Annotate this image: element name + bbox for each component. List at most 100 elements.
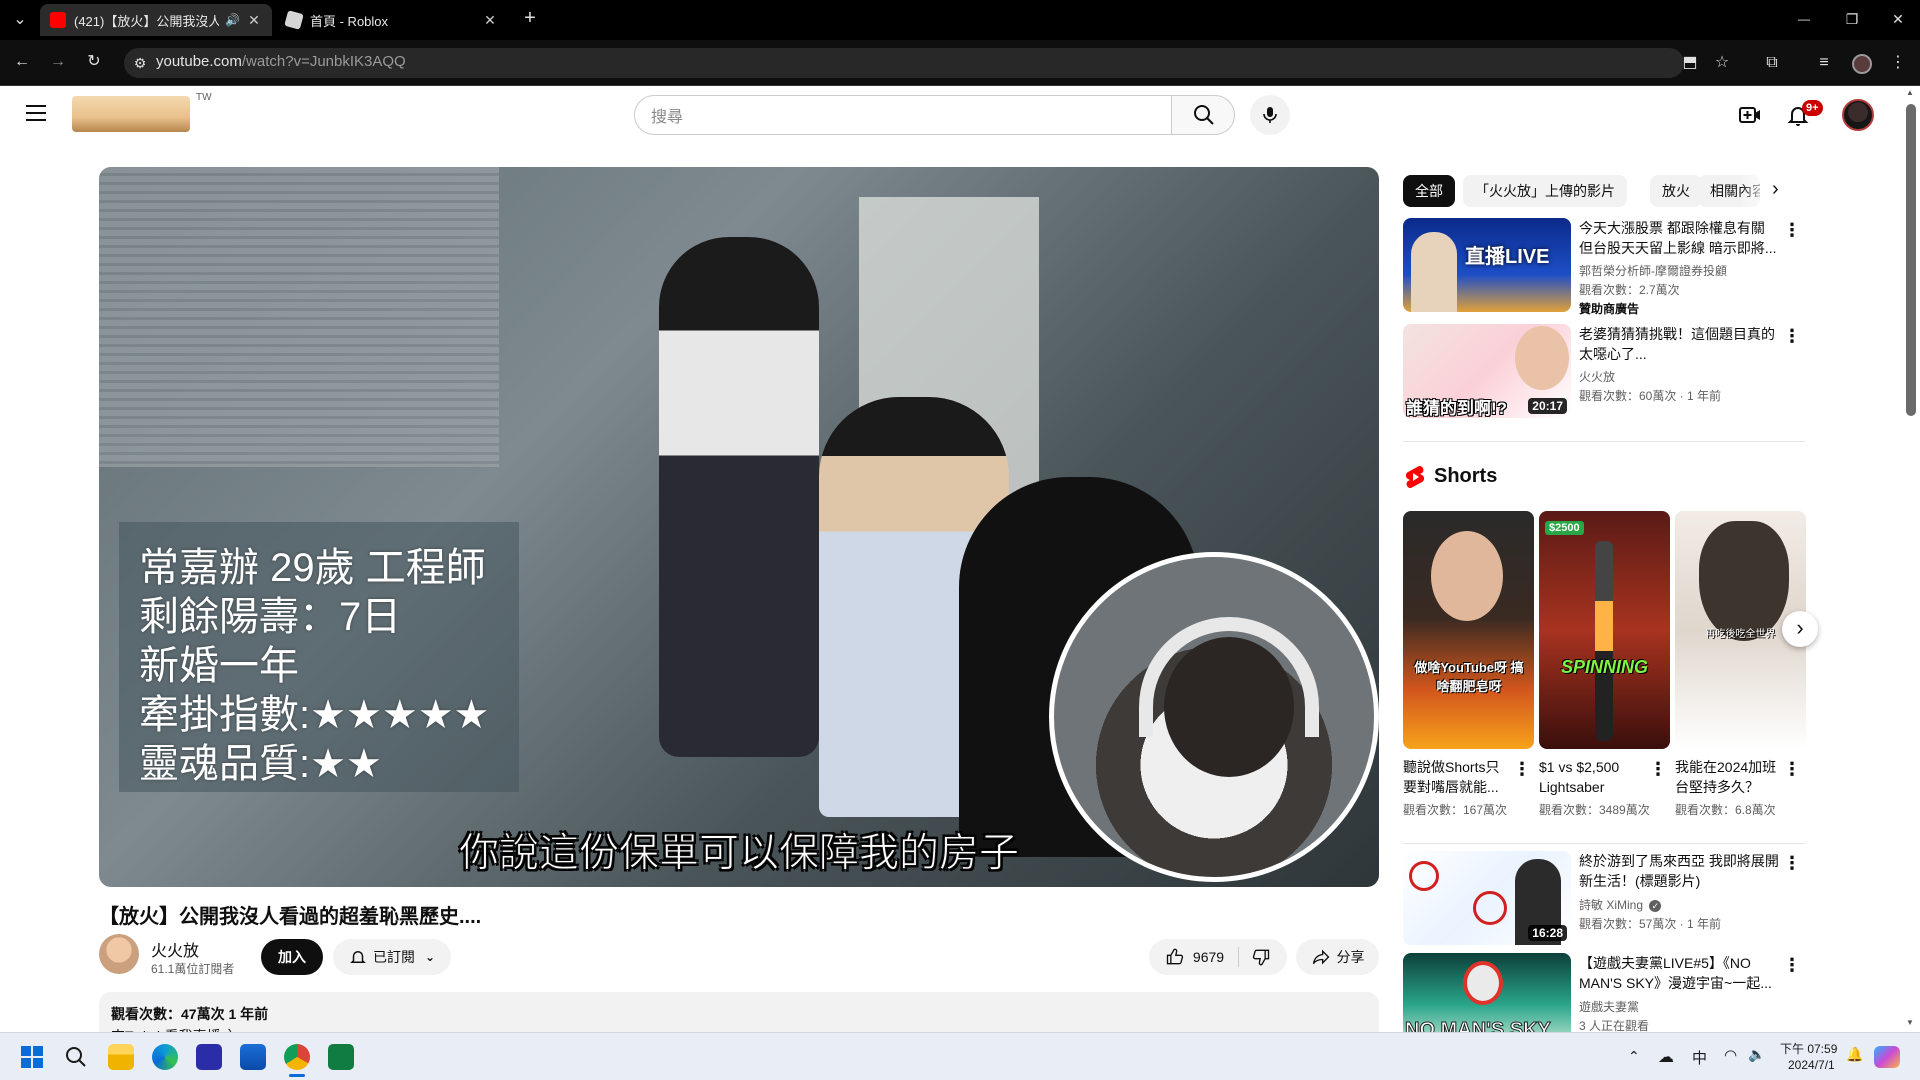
site-info-icon[interactable]: ⚙	[130, 53, 150, 73]
short-menu-icon[interactable]: ⋮	[1780, 757, 1804, 781]
short-title-3[interactable]: 我能在2024加班台堅持多久？	[1675, 757, 1785, 797]
account-avatar[interactable]	[1842, 99, 1874, 131]
rec-thumbnail[interactable]: 誰猜的到啊!? 20:17	[1403, 324, 1571, 418]
search-button[interactable]	[1171, 95, 1235, 135]
scrollbar-thumb[interactable]	[1906, 104, 1916, 416]
minimize-button[interactable]: —	[1792, 9, 1816, 29]
visual-studio-icon[interactable]	[196, 1044, 222, 1070]
forward-icon[interactable]: →	[48, 52, 68, 72]
short-thumbnail-1[interactable]: 做啥YouTube呀 搞啥翻肥皂呀	[1403, 511, 1534, 749]
onedrive-cloud-icon[interactable]: ☁	[1658, 1047, 1674, 1067]
taskbar-search-icon[interactable]	[64, 1045, 88, 1069]
browser-menu-icon[interactable]: ⋮	[1888, 53, 1908, 73]
chips-next-chevron-icon[interactable]: ›	[1772, 178, 1779, 201]
taskbar-time[interactable]: 下午 07:59	[1780, 1040, 1837, 1057]
rec-title[interactable]: 老婆猜猜猜挑戰！這個題目真的太噁心了...	[1579, 324, 1779, 364]
install-app-icon[interactable]: ⬒	[1680, 53, 1700, 73]
url-path: /watch?v=JunbkIK3AQQ	[241, 53, 406, 70]
rec-channel[interactable]: 郭哲榮分析師-摩爾證券投顧	[1579, 262, 1727, 279]
rec-thumbnail[interactable]: 16:28	[1403, 851, 1571, 945]
copilot-icon[interactable]	[1874, 1046, 1900, 1068]
url-text[interactable]: youtube.com/watch?v=JunbkIK3AQQ	[156, 53, 406, 70]
scroll-up-arrow-icon[interactable]: ▲	[1906, 88, 1914, 97]
short-title-2[interactable]: $1 vs $2,500 Lightsaber	[1539, 757, 1649, 797]
rec-menu-icon[interactable]: ⋮	[1780, 953, 1804, 977]
thumb-presenter	[1411, 232, 1457, 312]
short-title-1[interactable]: 聽說做Shorts只要對嘴唇就能...	[1403, 757, 1513, 797]
scroll-down-arrow-icon[interactable]: ▼	[1906, 1018, 1914, 1027]
rec-channel[interactable]: 詩敏 XiMing ✓	[1579, 896, 1662, 913]
rec-channel[interactable]: 遊戲夫妻黨	[1579, 998, 1639, 1015]
tab-search-icon[interactable]: ⌄	[10, 10, 30, 30]
youtube-doodle-logo[interactable]	[72, 96, 190, 132]
short-menu-icon[interactable]: ⋮	[1646, 757, 1670, 781]
microsoft-store-icon[interactable]	[240, 1044, 266, 1070]
restore-button[interactable]: ❐	[1840, 9, 1864, 29]
close-tab-icon[interactable]: ✕	[246, 12, 262, 29]
chip-all[interactable]: 全部	[1403, 175, 1455, 207]
channel-name[interactable]: 火火放	[151, 937, 199, 961]
chip-channel-uploads[interactable]: 「火火放」上傳的影片	[1463, 175, 1627, 207]
short-menu-icon[interactable]: ⋮	[1510, 757, 1534, 781]
file-explorer-icon[interactable]	[108, 1044, 134, 1070]
rec-menu-icon[interactable]: ⋮	[1780, 218, 1804, 242]
back-icon[interactable]: ←	[12, 52, 32, 72]
subscribed-label: 已訂閱	[372, 949, 415, 965]
reload-icon[interactable]: ↻	[84, 52, 104, 72]
section-divider	[1403, 441, 1805, 442]
rec-views: 觀看次數：2.7萬次	[1579, 283, 1680, 297]
extensions-icon[interactable]: ⧉	[1762, 53, 1782, 73]
input-method-indicator[interactable]: 中	[1692, 1047, 1707, 1068]
search-input[interactable]: 搜尋	[634, 95, 1172, 135]
shorts-logo-icon	[1405, 465, 1425, 489]
audio-playing-icon[interactable]: 🔊	[225, 13, 240, 27]
tab-roblox[interactable]: 首頁 - Roblox ✕	[276, 4, 508, 36]
notification-bell-icon[interactable]: 🔔	[1846, 1046, 1863, 1063]
close-tab-icon[interactable]: ✕	[482, 12, 498, 29]
create-video-icon[interactable]	[1738, 103, 1762, 127]
thumbs-up-icon	[1166, 948, 1184, 965]
close-window-button[interactable]: ✕	[1886, 9, 1910, 29]
bookmark-star-icon[interactable]: ☆	[1712, 53, 1732, 73]
profile-avatar-icon[interactable]	[1852, 54, 1872, 74]
rec-title[interactable]: 【遊戲夫妻黨LIVE#5】《NO MAN'S SKY》漫遊宇宙~一起...	[1579, 953, 1779, 993]
voice-search-button[interactable]	[1250, 95, 1290, 135]
short-caption: SPINNING	[1560, 657, 1648, 677]
wifi-icon[interactable]: ◠	[1724, 1046, 1737, 1064]
taskbar-date[interactable]: 2024/7/1	[1788, 1058, 1835, 1072]
rec-thumbnail-ad[interactable]: 直播LIVE	[1403, 218, 1571, 312]
channel-avatar[interactable]	[99, 934, 139, 974]
short-thumbnail-2[interactable]: $2500 SPINNING	[1539, 511, 1670, 749]
browser-tab-bar: ⌄ (421)【放火】公開我沒人看過的超羞恥黑歷史.... 🔊 ✕ 首頁 - R…	[0, 0, 1920, 40]
edge-browser-icon[interactable]	[152, 1044, 178, 1070]
verified-check-icon: ✓	[1649, 900, 1662, 912]
video-player[interactable]: 常嘉辦 29歲 工程師 剩餘陽壽：7日 新婚一年 牽掛指數:★★★★★ 靈魂品質…	[99, 167, 1379, 887]
tab-title: 首頁 - Roblox	[310, 13, 389, 29]
thumbs-down-icon[interactable]	[1251, 947, 1271, 967]
rec-channel[interactable]: 火火放	[1579, 368, 1615, 385]
media-control-icon[interactable]: ≡	[1814, 53, 1834, 73]
rec-title[interactable]: 終於游到了馬來西亞 我即將展開新生活！(標題影片)	[1579, 851, 1779, 891]
section-divider	[1403, 843, 1805, 844]
streamer-facecam	[1049, 552, 1379, 882]
rec-menu-icon[interactable]: ⋮	[1780, 851, 1804, 875]
join-button[interactable]: 加入	[261, 939, 323, 975]
chip-fangho[interactable]: 放火	[1650, 175, 1702, 207]
region-label: TW	[196, 92, 212, 103]
volume-icon[interactable]: 🔈	[1748, 1046, 1765, 1063]
hamburger-menu-icon[interactable]	[26, 105, 46, 121]
rec-menu-icon[interactable]: ⋮	[1780, 324, 1804, 348]
subscribed-button[interactable]: 已訂閱 ⌄	[333, 939, 451, 975]
lightsaber	[1595, 541, 1613, 741]
rec-title[interactable]: 今天大漲股票 都跟除權息有關 但台股天天留上影線 暗示即將...	[1579, 218, 1779, 258]
window-blinds	[99, 167, 499, 467]
like-button[interactable]: 9679	[1165, 947, 1240, 967]
shorts-next-button[interactable]: ›	[1782, 611, 1818, 647]
excel-icon[interactable]	[328, 1044, 354, 1070]
chrome-icon[interactable]	[284, 1044, 310, 1070]
new-tab-button[interactable]: +	[520, 8, 540, 28]
share-button[interactable]: 分享	[1296, 939, 1379, 975]
tab-youtube[interactable]: (421)【放火】公開我沒人看過的超羞恥黑歷史.... 🔊 ✕	[40, 4, 272, 36]
windows-start-icon[interactable]	[20, 1045, 44, 1069]
tray-overflow-chevron-icon[interactable]: ⌃	[1628, 1048, 1640, 1065]
